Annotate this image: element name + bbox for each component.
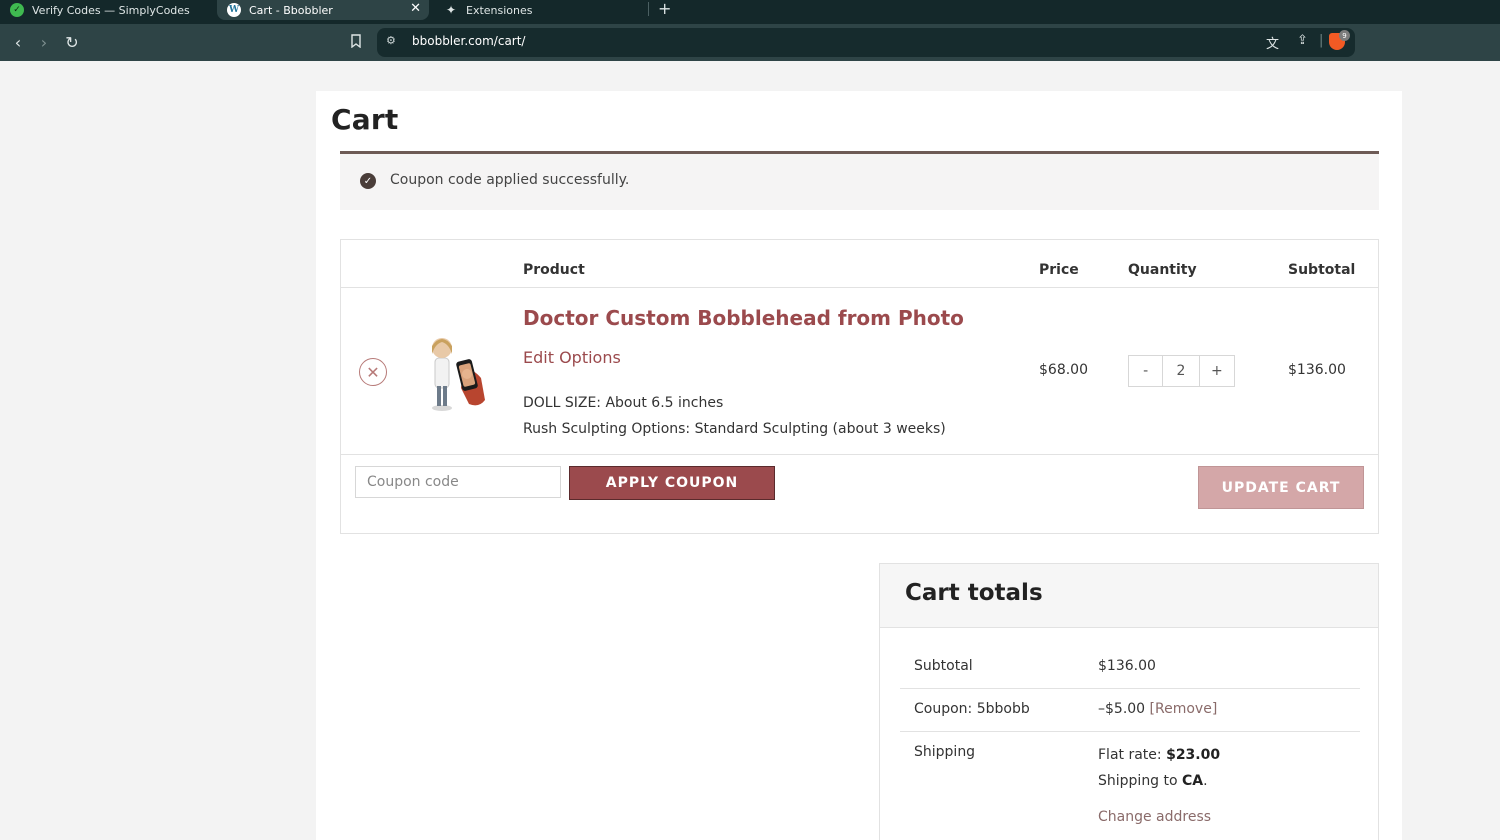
tab-title: Cart - Bbobbler xyxy=(249,3,333,17)
cart-totals-title: Cart totals xyxy=(905,580,1043,606)
close-tab-icon[interactable]: ✕ xyxy=(410,1,421,16)
coupon-code-input[interactable] xyxy=(355,466,561,498)
translate-icon[interactable]: 文 xyxy=(1266,33,1279,52)
totals-subtotal-label: Subtotal xyxy=(914,658,973,674)
quantity-increase-button[interactable]: + xyxy=(1200,356,1234,386)
item-subtotal: $136.00 xyxy=(1288,362,1346,378)
totals-coupon-label: Coupon: 5bbobb xyxy=(914,701,1030,717)
product-meta-rush-sculpting: Rush Sculpting Options: Standard Sculpti… xyxy=(523,421,946,437)
shipping-to-label: Shipping to xyxy=(1098,773,1183,789)
notice-text: Coupon code applied successfully. xyxy=(390,172,630,188)
product-thumbnail[interactable] xyxy=(419,332,489,414)
page-title: Cart xyxy=(331,103,399,136)
remove-item-button[interactable]: ✕ xyxy=(359,358,387,386)
product-name-link[interactable]: Doctor Custom Bobblehead from Photo xyxy=(523,306,964,330)
edit-options-link[interactable]: Edit Options xyxy=(523,348,621,367)
change-address-link[interactable]: Change address xyxy=(1098,809,1211,825)
tab-title: Verify Codes — SimplyCodes xyxy=(32,3,190,17)
bookmark-icon[interactable] xyxy=(350,34,362,48)
update-cart-button[interactable]: UPDATE CART xyxy=(1198,466,1364,509)
tab-cart-bbobbler[interactable]: W Cart - Bbobbler ✕ xyxy=(217,0,429,20)
tab-verify-codes[interactable]: ✓ Verify Codes — SimplyCodes xyxy=(10,0,210,20)
totals-divider xyxy=(900,731,1360,732)
success-notice: ✓ Coupon code applied successfully. xyxy=(340,151,1379,210)
wordpress-icon: W xyxy=(227,3,241,17)
header-price: Price xyxy=(1039,262,1079,278)
totals-divider xyxy=(900,688,1360,689)
totals-subtotal-value: $136.00 xyxy=(1098,658,1156,674)
shipping-to-value: CA xyxy=(1182,773,1204,789)
puzzle-icon: ✦ xyxy=(445,3,457,17)
tab-title: Extensiones xyxy=(466,3,533,17)
shipping-to-period: . xyxy=(1203,773,1208,789)
cart-totals-header: Cart totals xyxy=(880,564,1378,628)
reload-icon[interactable]: ↻ xyxy=(62,32,82,52)
remove-coupon-link[interactable]: [Remove] xyxy=(1150,701,1218,717)
totals-coupon-value: –$5.00 [Remove] xyxy=(1098,701,1217,717)
shields-count-badge: 9 xyxy=(1339,30,1350,41)
back-icon[interactable]: ‹ xyxy=(8,32,28,52)
apply-coupon-button[interactable]: APPLY COUPON xyxy=(569,466,775,500)
new-tab-button[interactable]: + xyxy=(658,0,671,18)
flat-rate-label: Flat rate: xyxy=(1098,747,1167,763)
share-icon[interactable]: ⇪ xyxy=(1297,33,1308,48)
shipping-destination: Shipping to CA. xyxy=(1098,773,1208,789)
tab-divider xyxy=(648,2,649,16)
totals-shipping-label: Shipping xyxy=(914,744,976,760)
product-meta-doll-size: DOLL SIZE: About 6.5 inches xyxy=(523,395,724,411)
quantity-input[interactable]: 2 xyxy=(1163,356,1200,386)
url-text[interactable]: bbobbler.com/cart/ xyxy=(412,34,525,48)
toolbar-divider: | xyxy=(1319,33,1324,48)
tab-extensiones[interactable]: ✦ Extensiones xyxy=(444,0,674,20)
row-divider xyxy=(341,454,1378,455)
forward-icon[interactable]: › xyxy=(34,32,54,52)
page-content: Cart ✓ Coupon code applied successfully.… xyxy=(316,91,1402,840)
header-divider xyxy=(341,287,1378,288)
cart-totals: Cart totals Subtotal $136.00 Coupon: 5bb… xyxy=(879,563,1379,840)
header-subtotal: Subtotal xyxy=(1288,262,1356,278)
cart-table: Product Price Quantity Subtotal ✕ Doctor… xyxy=(340,239,1379,534)
header-product: Product xyxy=(523,262,585,278)
header-quantity: Quantity xyxy=(1128,262,1197,278)
site-info-icon[interactable]: ⚙ xyxy=(386,34,396,47)
item-price: $68.00 xyxy=(1039,362,1088,378)
shipping-flat-rate: Flat rate: $23.00 xyxy=(1098,747,1220,763)
flat-rate-value: $23.00 xyxy=(1166,747,1221,763)
simplycodes-icon: ✓ xyxy=(10,3,24,17)
quantity-decrease-button[interactable]: - xyxy=(1129,356,1164,386)
quantity-stepper: - 2 + xyxy=(1128,355,1235,387)
coupon-discount-amount: –$5.00 xyxy=(1098,701,1146,717)
browser-tab-bar: ✓ Verify Codes — SimplyCodes W Cart - Bb… xyxy=(0,0,1500,24)
check-circle-icon: ✓ xyxy=(360,173,376,189)
